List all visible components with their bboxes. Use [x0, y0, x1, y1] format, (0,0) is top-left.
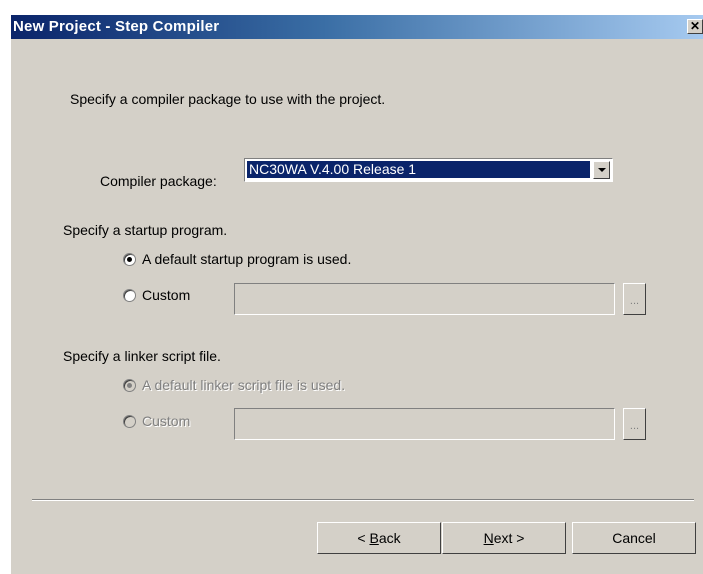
startup-custom-label[interactable]: Custom [142, 287, 190, 303]
next-mnemonic: N [483, 530, 494, 546]
linker-custom-label[interactable]: Custom [142, 413, 190, 429]
startup-custom-path-field[interactable] [234, 283, 615, 315]
compiler-package-label: Compiler package: [100, 173, 217, 189]
cancel-button[interactable]: Cancel [572, 522, 696, 554]
back-mnemonic: B [369, 530, 379, 546]
next-rest: ext > [493, 530, 525, 546]
intro-text: Specify a compiler package to use with t… [70, 91, 386, 107]
back-rest: ack [378, 530, 401, 546]
linker-browse-button[interactable]: ... [623, 408, 646, 440]
back-prefix: < [357, 530, 370, 546]
new-project-dialog: New Project - Step Compiler ✕ Specify a … [10, 14, 703, 574]
startup-heading: Specify a startup program. [63, 222, 228, 238]
linker-default-radio[interactable] [123, 379, 136, 392]
linker-custom-path-field[interactable] [234, 408, 615, 440]
compiler-package-dropdown[interactable]: NC30WA V.4.00 Release 1 [244, 158, 613, 182]
linker-heading: Specify a linker script file. [63, 348, 221, 364]
linker-custom-radio[interactable] [123, 415, 136, 428]
title-bar[interactable]: New Project - Step Compiler ✕ [11, 15, 703, 39]
window-title: New Project - Step Compiler [13, 18, 220, 35]
startup-custom-radio[interactable] [123, 289, 136, 302]
compiler-package-value: NC30WA V.4.00 Release 1 [247, 161, 590, 178]
chevron-down-icon[interactable] [593, 161, 610, 179]
startup-default-label[interactable]: A default startup program is used. [142, 251, 351, 267]
back-button[interactable]: < Back [317, 522, 441, 554]
button-separator [32, 499, 694, 501]
startup-default-radio[interactable] [123, 253, 136, 266]
next-button[interactable]: Next > [442, 522, 566, 554]
startup-browse-button[interactable]: ... [623, 283, 646, 315]
close-icon[interactable]: ✕ [687, 19, 703, 34]
linker-default-label[interactable]: A default linker script file is used. [142, 377, 345, 393]
